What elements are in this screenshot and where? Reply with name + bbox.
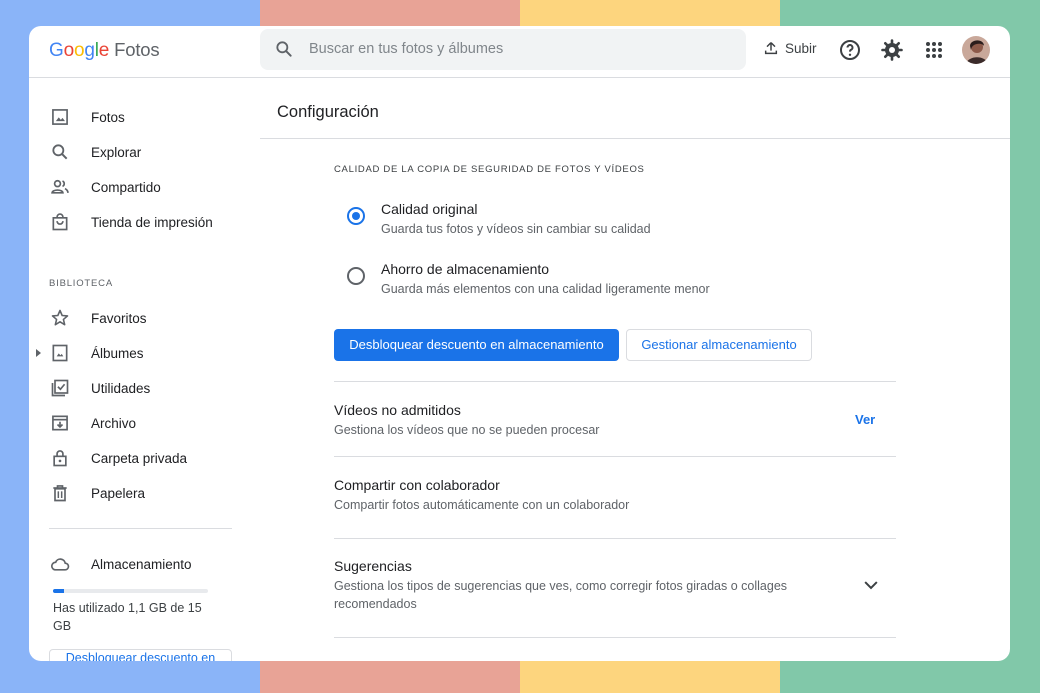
section-divider	[334, 381, 896, 382]
google-photos-logo[interactable]: Google Fotos	[49, 39, 160, 62]
photo-icon	[52, 109, 68, 125]
sidebar-item-label: Papelera	[91, 485, 146, 501]
row-title[interactable]: Compartir con colaborador	[334, 477, 500, 493]
storage-usage-text: Has utilizado 1,1 GB de 15 GB	[53, 601, 202, 633]
sidebar-item-favoritos[interactable]: Favoritos	[29, 302, 260, 334]
sidebar-item-label: Carpeta privada	[91, 450, 188, 466]
section-divider	[334, 538, 896, 539]
apps-grid-icon[interactable]	[922, 38, 946, 62]
row-title[interactable]: Sugerencias	[334, 558, 412, 574]
upload-label: Subir	[785, 40, 817, 56]
search-input[interactable]: Buscar en tus fotos y álbumes	[309, 41, 503, 57]
utilities-icon	[51, 379, 69, 397]
sidebar-item-tienda[interactable]: Tienda de impresión	[29, 206, 260, 238]
sidebar-item-compartido[interactable]: Compartido	[29, 171, 260, 203]
sidebar-item-label: Tienda de impresión	[91, 214, 213, 230]
unlock-discount-button[interactable]: Desbloquear descuento en almacenamiento	[334, 329, 619, 361]
view-unsupported-videos-link[interactable]: Ver	[855, 412, 875, 427]
row-subtitle: Compartir fotos automáticamente con un c…	[334, 498, 630, 512]
title-divider	[260, 138, 1010, 139]
gear-icon[interactable]	[880, 38, 904, 62]
option-subtitle: Guarda tus fotos y vídeos sin cambiar su…	[381, 222, 651, 236]
radio-storage-saver[interactable]	[347, 267, 365, 285]
section-divider	[334, 637, 896, 638]
sidebar-item-explorar[interactable]: Explorar	[29, 136, 260, 168]
upload-button[interactable]: Subir	[763, 40, 817, 56]
archive-icon	[52, 415, 68, 431]
sidebar-item-label: Compartido	[91, 179, 161, 195]
search-icon	[52, 144, 68, 160]
sidebar-item-label: Archivo	[91, 415, 137, 431]
chevron-down-icon[interactable]	[861, 575, 881, 595]
lock-icon	[53, 450, 67, 467]
row-subtitle: Gestiona los tipos de sugerencias que ve…	[334, 579, 788, 611]
google-wordmark: Google	[49, 40, 110, 61]
help-icon[interactable]	[838, 38, 862, 62]
avatar[interactable]	[962, 36, 990, 64]
row-subtitle: Gestiona los vídeos que no se pueden pro…	[334, 423, 600, 437]
manage-storage-button[interactable]: Gestionar almacenamiento	[626, 329, 812, 361]
sidebar-item-label: Fotos	[91, 109, 125, 125]
sidebar-item-label: Álbumes	[91, 345, 144, 361]
sidebar-divider	[49, 528, 232, 529]
sidebar-item-utilidades[interactable]: Utilidades	[29, 372, 260, 404]
unlock-storage-discount-button[interactable]: Desbloquear descuento en almacenamiento	[49, 649, 232, 661]
shopping-bag-icon	[52, 213, 68, 231]
option-title[interactable]: Ahorro de almacenamiento	[381, 261, 549, 277]
sidebar-item-almacenamiento[interactable]: Almacenamiento	[29, 548, 260, 580]
sidebar-item-albumes[interactable]: Álbumes	[29, 337, 260, 369]
search-icon[interactable]	[274, 39, 294, 59]
upload-icon	[764, 42, 778, 55]
top-bar: Google Fotos Buscar en tus fotos y álbum…	[29, 26, 1010, 78]
search-bar[interactable]: Buscar en tus fotos y álbumes	[260, 29, 746, 70]
cloud-icon	[50, 558, 70, 571]
expand-caret-icon[interactable]	[36, 349, 41, 357]
sidebar-item-papelera[interactable]: Papelera	[29, 477, 260, 509]
trash-icon	[53, 485, 67, 502]
product-name: Fotos	[114, 39, 160, 60]
sidebar-item-fotos[interactable]: Fotos	[29, 101, 260, 133]
sidebar-item-carpeta-privada[interactable]: Carpeta privada	[29, 442, 260, 474]
backup-quality-caption: CALIDAD DE LA COPIA DE SEGURIDAD DE FOTO…	[334, 164, 645, 175]
page-title: Configuración	[277, 103, 379, 121]
row-title: Vídeos no admitidos	[334, 402, 461, 418]
option-title[interactable]: Calidad original	[381, 201, 478, 217]
section-divider	[334, 456, 896, 457]
storage-progress-bar	[53, 589, 208, 593]
storage-progress-fill	[53, 589, 65, 593]
sidebar: Fotos Explorar Compartido Tienda de impr…	[29, 79, 260, 661]
people-icon	[51, 179, 69, 194]
avatar-image	[962, 36, 990, 64]
library-section-label: BIBLIOTECA	[49, 278, 113, 289]
sidebar-item-archivo[interactable]: Archivo	[29, 407, 260, 439]
radio-original-quality[interactable]	[347, 207, 365, 225]
option-subtitle: Guarda más elementos con una calidad lig…	[381, 282, 710, 296]
sidebar-item-label: Utilidades	[91, 380, 151, 396]
sidebar-item-label: Almacenamiento	[91, 556, 192, 572]
star-icon	[51, 309, 69, 326]
sidebar-item-label: Explorar	[91, 144, 142, 160]
album-icon	[52, 344, 68, 362]
sidebar-item-label: Favoritos	[91, 310, 147, 326]
app-window: Google Fotos Buscar en tus fotos y álbum…	[29, 26, 1010, 661]
